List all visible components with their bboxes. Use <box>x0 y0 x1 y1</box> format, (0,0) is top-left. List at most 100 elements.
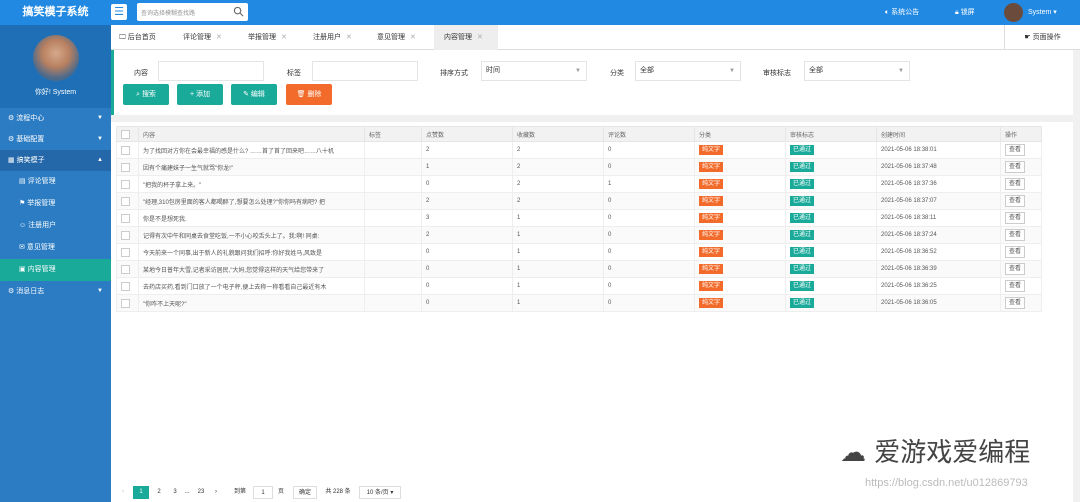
checkbox-cell[interactable] <box>116 260 139 278</box>
audit-cell: 已通过 <box>785 260 877 278</box>
likes-cell: 2 <box>421 192 513 210</box>
checkbox-cell[interactable] <box>116 243 139 261</box>
view-button[interactable]: 查看 <box>1005 297 1026 309</box>
row-checkbox[interactable] <box>121 264 130 274</box>
row-checkbox[interactable] <box>121 162 130 172</box>
row-checkbox[interactable] <box>121 230 130 240</box>
delete-button[interactable]: 🗑︎ 删除 <box>286 84 332 105</box>
content-cell: "把我的杯子拿上来。" <box>138 175 365 193</box>
tab-feedback[interactable]: 意见管理 ✕ <box>377 25 416 50</box>
page-number[interactable]: 3 <box>169 486 181 499</box>
view-button[interactable]: 查看 <box>1005 144 1026 156</box>
tab-comments[interactable]: 评论管理 ✕ <box>183 25 222 50</box>
tag-input[interactable] <box>312 61 418 81</box>
sidebar-item-feedback[interactable]: ✉ 意见管理 <box>0 237 111 259</box>
view-button[interactable]: 查看 <box>1005 280 1026 292</box>
add-button[interactable]: + 添加 <box>177 84 223 105</box>
search-input[interactable]: 查询选择模糊查找路 <box>137 3 248 21</box>
column-header[interactable]: 评论数 <box>603 126 695 142</box>
checkbox-cell[interactable] <box>116 209 139 227</box>
column-header[interactable]: 分类 <box>694 126 786 142</box>
column-header[interactable]: 内容 <box>138 126 365 142</box>
table-row[interactable]: 为了找回对方你在会最幸福的感是什么? ……首了首了回来吧……八十机 2 2 0 纯文字已… <box>116 141 1042 159</box>
table-row[interactable]: 记得有次中午和同桌去食堂吃饭,一不小心咬舌头上了。我:啊! 同桌: 2 1 0 纯文字 已… <box>116 226 1042 244</box>
row-checkbox[interactable] <box>121 145 130 155</box>
tab-reports[interactable]: 举报管理 ✕ <box>248 25 287 50</box>
column-header[interactable]: 操作 <box>1000 126 1042 142</box>
sidebar-item-basic-config[interactable]: ⚙︎ 基础配置 ▼ <box>0 129 111 150</box>
search-icon[interactable] <box>233 6 244 17</box>
table-row[interactable]: 去药店买药,看到门口放了一个电子秤,便上去称一称看看自己最近有木 0 1 0 纯文字 已通… <box>116 277 1042 295</box>
page-number[interactable]: 23 <box>194 486 208 499</box>
sidebar-item-comments[interactable]: ▤ 评论管理 <box>0 171 111 193</box>
page-scrollbar[interactable] <box>1073 50 1080 502</box>
table-row[interactable]: "你咋不上天呢?" 0 1 0 纯文字 已通过 2021-05-06 18:36:05 查看 <box>116 294 1042 312</box>
column-header[interactable]: 创建时间 <box>876 126 1001 142</box>
table-row[interactable]: "把我的杯子拿上来。" 0 2 1 纯文字 已通过 2021-05-06 18:37:36 查… <box>116 175 1042 193</box>
notice-link[interactable]: 🔈︎ 系统公告 <box>885 7 919 17</box>
per-page-select[interactable]: 10 条/页 ▾ <box>359 486 401 499</box>
sidebar-item-content[interactable]: ▣ 内容管理 <box>0 259 111 281</box>
column-header[interactable]: 标签 <box>364 126 422 142</box>
table-row[interactable]: 你是不是想死我. 3 1 0 纯文字 已通过 2021-05-06 18:38:11 查看 <box>116 209 1042 227</box>
table-row[interactable]: "经理,310包房里面的客人都喝醉了,想要怎么处理?"你你吗有病吧? 把220纯… <box>116 192 1042 210</box>
column-header[interactable]: 点赞数 <box>421 126 513 142</box>
close-icon[interactable]: ✕ <box>477 34 483 41</box>
checkbox-cell[interactable] <box>116 192 139 210</box>
view-button[interactable]: 查看 <box>1005 195 1026 207</box>
checkbox-cell[interactable] <box>116 141 139 159</box>
close-icon[interactable]: ✕ <box>281 34 287 41</box>
goto-confirm-button[interactable]: 确定 <box>293 486 317 499</box>
table-row[interactable]: 今天前来一个同事,出于新人的礼貌跟问我们招呼:你好我姓马,风致是 0 1 0 纯文字 已通… <box>116 243 1042 261</box>
edit-button[interactable]: ✎ 编辑 <box>231 84 277 105</box>
sort-select[interactable]: 时间 ▼ <box>481 61 587 81</box>
checkbox-cell[interactable] <box>116 226 139 244</box>
close-icon[interactable]: ✕ <box>346 34 352 41</box>
row-checkbox[interactable] <box>121 247 130 257</box>
view-button[interactable]: 查看 <box>1005 246 1026 258</box>
sidebar-item-users[interactable]: ☺ 注册用户 <box>0 215 111 237</box>
view-button[interactable]: 查看 <box>1005 161 1026 173</box>
page-number[interactable]: 1 <box>133 486 149 499</box>
checkbox-cell[interactable] <box>116 294 139 312</box>
checkbox-cell[interactable] <box>116 175 139 193</box>
next-page-icon[interactable]: › <box>211 486 221 499</box>
checkbox-cell[interactable] <box>116 277 139 295</box>
sidebar-item-jokes[interactable]: ▦ 搞笑模子 ▲ <box>0 150 111 171</box>
sidebar-item-messages-log[interactable]: ⚙︎ 消息日志 ▼ <box>0 281 111 302</box>
row-checkbox[interactable] <box>121 281 130 291</box>
row-checkbox[interactable] <box>121 179 130 189</box>
lock-screen-link[interactable]: 🔒︎ 锁屏 <box>955 7 975 17</box>
sidebar-item-reports[interactable]: ⚑ 举报管理 <box>0 193 111 215</box>
menu-toggle-icon[interactable]: ☰ <box>111 4 127 20</box>
row-checkbox[interactable] <box>121 196 130 206</box>
prev-page-icon[interactable]: ‹ <box>118 486 128 499</box>
close-icon[interactable]: ✕ <box>410 34 416 41</box>
close-icon[interactable]: ✕ <box>216 34 222 41</box>
row-checkbox[interactable] <box>121 213 130 223</box>
comments-cell: 0 <box>603 260 695 278</box>
column-header[interactable]: 审核标志 <box>785 126 877 142</box>
column-header[interactable]: 收藏数 <box>512 126 604 142</box>
search-button[interactable]: ⌕ 搜索 <box>123 84 169 105</box>
audit-select[interactable]: 全部 ▼ <box>804 61 910 81</box>
content-input[interactable] <box>158 61 264 81</box>
view-button[interactable]: 查看 <box>1005 263 1026 275</box>
sidebar-item-process-center[interactable]: ⚙︎ 流程中心 ▼ <box>0 108 111 129</box>
view-button[interactable]: 查看 <box>1005 212 1026 224</box>
page-operations-button[interactable]: ☛ 页面操作 <box>1004 25 1080 50</box>
tab-content[interactable]: 内容管理 ✕ <box>434 25 498 50</box>
goto-page-input[interactable]: 1 <box>253 486 273 499</box>
view-button[interactable]: 查看 <box>1005 229 1026 241</box>
table-row[interactable]: 某地今日普年大雪,记者采访居民,"大妈,您觉得这样的天气给您带来了 0 1 0 纯文字 已… <box>116 260 1042 278</box>
tab-home[interactable]: 🖵︎ 后台首页 <box>119 25 156 50</box>
checkbox-cell[interactable] <box>116 158 139 176</box>
category-select[interactable]: 全部 ▼ <box>635 61 741 81</box>
row-checkbox[interactable] <box>121 298 130 308</box>
table-row[interactable]: 因有个痛建妹子一生气就骂"你龙!" 1 2 0 纯文字 已通过 2021-05-06 18:… <box>116 158 1042 176</box>
category-cell: 纯文字 <box>694 226 786 244</box>
tab-users[interactable]: 注册用户 ✕ <box>313 25 352 50</box>
page-number[interactable]: 2 <box>153 486 165 499</box>
view-button[interactable]: 查看 <box>1005 178 1026 190</box>
select-all-checkbox[interactable] <box>116 126 139 142</box>
